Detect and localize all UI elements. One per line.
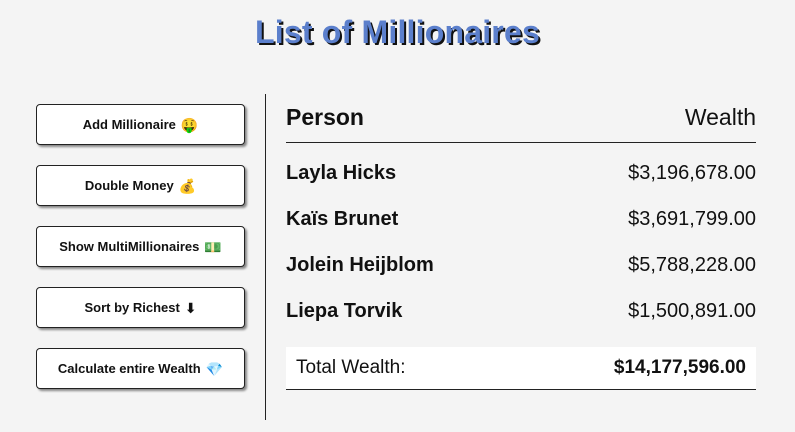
table-row: Liepa Torvik $1,500,891.00: [286, 300, 756, 346]
add-millionaire-button[interactable]: Add Millionaire 🤑: [36, 104, 245, 145]
down-arrow-icon: ⬇: [184, 299, 197, 316]
gem-icon: 💎: [205, 360, 224, 377]
page: List of Millionaires Add Millionaire 🤑 D…: [0, 0, 795, 432]
person-name: Liepa Torvik: [286, 300, 403, 322]
show-multimillionaires-button[interactable]: Show MultiMillionaires 💵: [36, 226, 245, 267]
calculate-wealth-button[interactable]: Calculate entire Wealth 💎: [36, 348, 245, 389]
person-column-header: Person: [286, 104, 364, 130]
add-millionaire-label: Add Millionaire: [82, 117, 176, 132]
total-wealth-label: Total Wealth:: [296, 357, 406, 378]
person-wealth: $3,196,678.00: [628, 162, 756, 184]
person-name: Jolein Heijblom: [286, 254, 434, 276]
show-multimillionaires-label: Show MultiMillionaires: [59, 239, 200, 254]
calculate-wealth-label: Calculate entire Wealth: [57, 361, 201, 376]
table-header: Person Wealth: [286, 100, 756, 143]
sidebar: Add Millionaire 🤑 Double Money 💰 Show Mu…: [36, 104, 246, 409]
vertical-divider: [265, 94, 266, 420]
double-money-button[interactable]: Double Money 💰: [36, 165, 245, 206]
total-wealth-value: $14,177,596.00: [613, 357, 746, 378]
double-money-label: Double Money: [84, 178, 174, 193]
person-wealth: $1,500,891.00: [628, 300, 756, 322]
money-face-icon: 🤑: [180, 116, 199, 133]
person-wealth: $3,691,799.00: [628, 208, 756, 230]
wealth-table: Person Wealth Layla Hicks $3,196,678.00 …: [286, 100, 756, 390]
table-row: Layla Hicks $3,196,678.00: [286, 162, 756, 208]
table-body: Layla Hicks $3,196,678.00 Kaïs Brunet $3…: [286, 162, 756, 346]
table-row: Kaïs Brunet $3,691,799.00: [286, 208, 756, 254]
sort-by-richest-label: Sort by Richest: [84, 300, 180, 315]
banknote-icon: 💵: [204, 238, 222, 255]
page-title: List of Millionaires: [255, 14, 540, 50]
money-bag-icon: 💰: [178, 177, 197, 194]
wealth-column-header: Wealth: [684, 104, 756, 130]
person-name: Layla Hicks: [286, 162, 397, 184]
table-row: Jolein Heijblom $5,788,228.00: [286, 254, 756, 300]
total-wealth-row: Total Wealth: $14,177,596.00: [286, 347, 756, 390]
sort-by-richest-button[interactable]: Sort by Richest ⬇: [36, 287, 245, 328]
person-wealth: $5,788,228.00: [628, 254, 756, 276]
person-name: Kaïs Brunet: [286, 208, 399, 230]
